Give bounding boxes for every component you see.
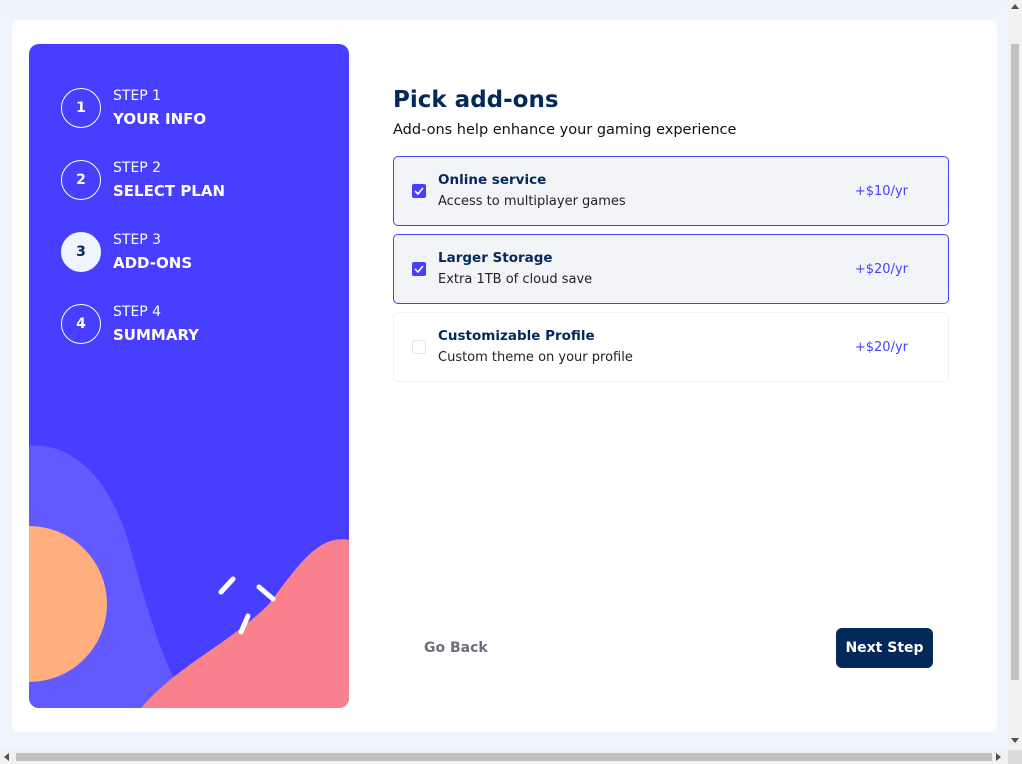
step-2: 2 STEP 2 SELECT PLAN	[61, 160, 225, 200]
scroll-right-icon[interactable]	[996, 753, 1001, 761]
addon-price: +$10/yr	[854, 183, 908, 199]
addon-name: Online service	[438, 172, 547, 188]
step-number-badge: 4	[61, 304, 101, 344]
checkbox-checked[interactable]	[412, 184, 426, 198]
step-name: SUMMARY	[113, 326, 200, 344]
scrollbar-corner	[1008, 750, 1022, 764]
horizontal-scrollbar[interactable]	[0, 750, 1008, 764]
addon-name: Customizable Profile	[438, 328, 595, 344]
checkbox-unchecked[interactable]	[412, 340, 426, 354]
next-step-button[interactable]: Next Step	[836, 628, 933, 668]
step-name: YOUR INFO	[113, 110, 207, 128]
step-number-badge: 2	[61, 160, 101, 200]
addon-larger-storage[interactable]: Larger Storage Extra 1TB of cloud save +…	[393, 234, 949, 304]
addon-name: Larger Storage	[438, 250, 553, 266]
scroll-up-icon[interactable]	[1011, 4, 1019, 9]
step-label: STEP 2	[113, 160, 162, 176]
scroll-left-icon[interactable]	[4, 753, 9, 761]
checkbox-checked[interactable]	[412, 262, 426, 276]
checkmark-icon	[414, 265, 424, 273]
checkmark-icon	[414, 187, 424, 195]
step-1: 1 STEP 1 YOUR INFO	[61, 88, 206, 128]
step-name: ADD-ONS	[113, 254, 193, 272]
step-4: 4 STEP 4 SUMMARY	[61, 304, 199, 344]
step-3: 3 STEP 3 ADD-ONS	[61, 232, 192, 272]
step-name: SELECT PLAN	[113, 182, 226, 200]
step-label: STEP 1	[113, 88, 162, 104]
sidebar-illustration	[29, 445, 349, 708]
go-back-button[interactable]: Go Back	[412, 636, 500, 660]
addon-description: Access to multiplayer games	[438, 194, 626, 209]
addon-price: +$20/yr	[854, 261, 908, 277]
page-subtitle: Add-ons help enhance your gaming experie…	[393, 122, 737, 138]
addon-online-service[interactable]: Online service Access to multiplayer gam…	[393, 156, 949, 226]
vertical-scrollbar[interactable]	[1008, 0, 1022, 750]
page-title: Pick add-ons	[393, 87, 559, 113]
vertical-scroll-thumb[interactable]	[1011, 44, 1019, 680]
addon-price: +$20/yr	[854, 339, 908, 355]
sidebar: 1 STEP 1 YOUR INFO 2 STEP 2 SELECT PLAN …	[29, 44, 349, 708]
scroll-down-icon[interactable]	[1011, 738, 1019, 743]
main-content: Pick add-ons Add-ons help enhance your g…	[393, 84, 949, 140]
step-number-badge: 1	[61, 88, 101, 128]
step-number-badge: 3	[61, 232, 101, 272]
addon-description: Custom theme on your profile	[438, 350, 633, 365]
step-label: STEP 4	[113, 304, 162, 320]
step-label: STEP 3	[113, 232, 162, 248]
addon-customizable-profile[interactable]: Customizable Profile Custom theme on you…	[393, 312, 949, 382]
addon-description: Extra 1TB of cloud save	[438, 272, 593, 287]
horizontal-scroll-thumb[interactable]	[16, 753, 992, 761]
